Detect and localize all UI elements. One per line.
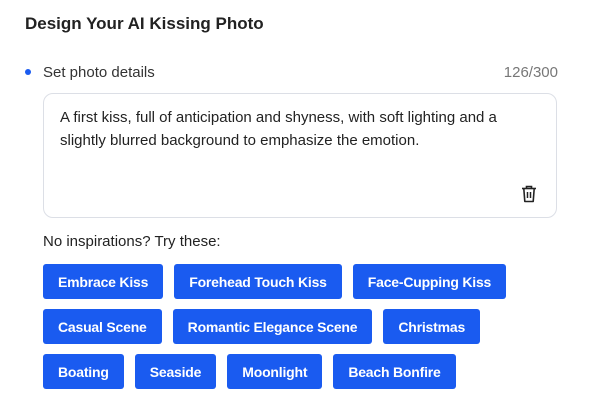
- inspirations-label: No inspirations? Try these:: [43, 233, 221, 250]
- inspiration-chips: Embrace Kiss Forehead Touch Kiss Face-Cupp…: [43, 264, 563, 399]
- inspiration-chip-embrace-kiss[interactable]: Embrace Kiss: [43, 264, 164, 299]
- inspiration-chip-christmas[interactable]: Christmas: [383, 309, 481, 344]
- trash-icon[interactable]: [521, 185, 537, 203]
- bullet-dot-icon: [25, 69, 31, 75]
- chip-row: Embrace Kiss Forehead Touch Kiss Face-Cupp…: [43, 264, 563, 299]
- inspiration-chip-casual-scene[interactable]: Casual Scene: [43, 309, 162, 344]
- page-title: Design Your AI Kissing Photo: [25, 14, 264, 33]
- inspiration-chip-beach-bonfire[interactable]: Beach Bonfire: [333, 354, 456, 389]
- photo-details-text[interactable]: A first kiss, full of anticipation and s…: [60, 106, 544, 152]
- inspiration-chip-seaside[interactable]: Seaside: [134, 354, 217, 389]
- photo-details-textarea[interactable]: A first kiss, full of anticipation and s…: [43, 93, 557, 218]
- details-label: Set photo details: [43, 63, 155, 81]
- inspiration-chip-forehead-touch-kiss[interactable]: Forehead Touch Kiss: [174, 264, 342, 299]
- inspiration-chip-boating[interactable]: Boating: [43, 354, 124, 389]
- details-header: Set photo details 126/300: [25, 62, 558, 82]
- design-panel: Design Your AI Kissing Photo Set photo d…: [0, 0, 592, 408]
- inspiration-chip-face-cupping-kiss[interactable]: Face-Cupping Kiss: [352, 264, 507, 299]
- chip-row: Boating Seaside Moonlight Beach Bonfire: [43, 354, 563, 389]
- character-counter: 126/300: [503, 63, 558, 81]
- chip-row: Casual Scene Romantic Elegance Scene Chris…: [43, 309, 563, 344]
- inspiration-chip-romantic-elegance-scene[interactable]: Romantic Elegance Scene: [172, 309, 373, 344]
- inspiration-chip-moonlight[interactable]: Moonlight: [227, 354, 323, 389]
